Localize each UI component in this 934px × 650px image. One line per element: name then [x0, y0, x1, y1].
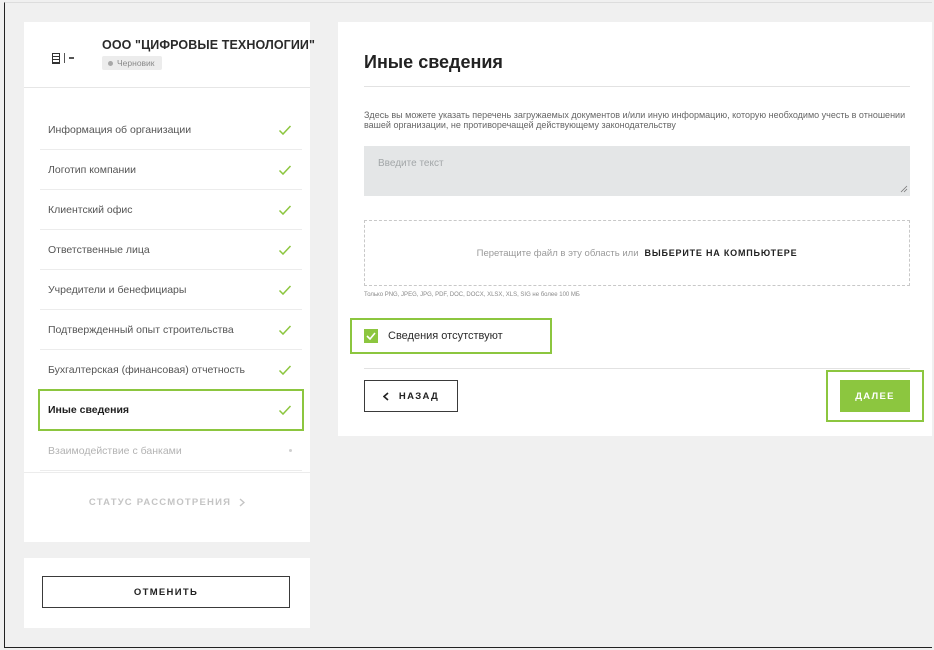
sidebar-item-label: Иные сведения	[48, 404, 130, 416]
chevron-left-icon	[382, 391, 389, 401]
sidebar-item-client-office[interactable]: Клиентский офис	[40, 190, 302, 230]
status-dot-icon	[108, 60, 113, 66]
sidebar-item-label: Подтвержденный опыт строительства	[48, 323, 234, 336]
next-button[interactable]: ДАЛЕЕ	[840, 380, 910, 412]
choose-file-link[interactable]: ВЫБЕРИТЕ НА КОМПЬЮТЕРЕ	[645, 248, 798, 258]
sidebar-item-label: Учредители и бенефициары	[48, 283, 187, 296]
check-icon	[278, 124, 292, 135]
sidebar-item-label: Бухгалтерская (финансовая) отчетность	[48, 363, 246, 376]
checkmark-icon	[366, 332, 376, 340]
sidebar-item-bank-interaction[interactable]: Взаимодействие с банками	[40, 431, 302, 471]
checkbox[interactable]	[364, 329, 378, 343]
sidebar-item-org-info[interactable]: Информация об организации	[40, 110, 302, 150]
check-icon	[278, 244, 292, 255]
steps-nav: Информация об организации Логотип компан…	[38, 110, 304, 471]
status-badge: Черновик	[102, 56, 162, 70]
sidebar-item-other-info[interactable]: Иные сведения	[38, 389, 304, 431]
dot-icon	[289, 449, 292, 452]
sidebar-item-label: Логотип компании	[48, 163, 137, 176]
sidebar-item-logo[interactable]: Логотип компании	[40, 150, 302, 190]
sidebar-item-label: Взаимодействие с банками	[48, 444, 182, 457]
info-absent-label: Сведения отсутствуют	[388, 330, 503, 342]
sidebar-item-label: Ответственные лица	[48, 243, 150, 256]
back-button-label: НАЗАД	[398, 390, 440, 402]
cancel-card: ОТМЕНИТЬ	[24, 558, 310, 628]
info-absent-checkbox[interactable]: Сведения отсутствуют	[350, 318, 552, 354]
status-badge-label: Черновик	[117, 58, 155, 68]
sidebar-item-responsible-persons[interactable]: Ответственные лица	[40, 230, 302, 270]
company-logo-icon	[52, 50, 74, 66]
file-type-hint: Только PNG, JPEG, JPG, PDF, DOC, DOCX, X…	[364, 292, 580, 298]
check-icon	[278, 405, 292, 416]
cancel-button[interactable]: ОТМЕНИТЬ	[42, 576, 290, 608]
back-button[interactable]: НАЗАД	[364, 380, 458, 412]
divider	[364, 86, 910, 87]
sidebar-item-founders[interactable]: Учредители и бенефициары	[40, 270, 302, 310]
check-icon	[278, 324, 292, 335]
file-dropzone[interactable]: Перетащите файл в эту область или ВЫБЕРИ…	[364, 220, 910, 286]
sidebar-item-construction-experience[interactable]: Подтвержденный опыт строительства	[40, 310, 302, 350]
check-icon	[278, 284, 292, 295]
org-name: ООО "ЦИФРОВЫЕ ТЕХНОЛОГИИ"	[102, 38, 316, 52]
check-icon	[278, 204, 292, 215]
check-icon	[278, 364, 292, 375]
sidebar-item-label: Клиентский офис	[48, 203, 133, 216]
sidebar: ООО "ЦИФРОВЫЕ ТЕХНОЛОГИИ" Черновик Инфор…	[24, 22, 315, 542]
sidebar-item-label: Информация об организации	[48, 123, 192, 136]
info-textarea[interactable]	[364, 146, 910, 196]
status-review-link[interactable]: СТАТУС РАССМОТРЕНИЯ	[24, 472, 310, 532]
sidebar-item-financial-statements[interactable]: Бухгалтерская (финансовая) отчетность	[40, 350, 302, 390]
org-header: ООО "ЦИФРОВЫЕ ТЕХНОЛОГИИ" Черновик	[24, 22, 315, 88]
resize-handle-icon[interactable]	[900, 185, 908, 193]
status-review-label: СТАТУС РАССМОТРЕНИЯ	[88, 497, 232, 508]
chevron-right-icon	[239, 498, 246, 507]
check-icon	[278, 164, 292, 175]
main-panel: Иные сведения Здесь вы можете указать пе…	[338, 22, 932, 436]
description-text: Здесь вы можете указать перечень загружа…	[364, 110, 906, 130]
dropzone-text: Перетащите файл в эту область или	[476, 247, 639, 259]
page-title: Иные сведения	[364, 52, 503, 72]
divider	[364, 368, 910, 369]
